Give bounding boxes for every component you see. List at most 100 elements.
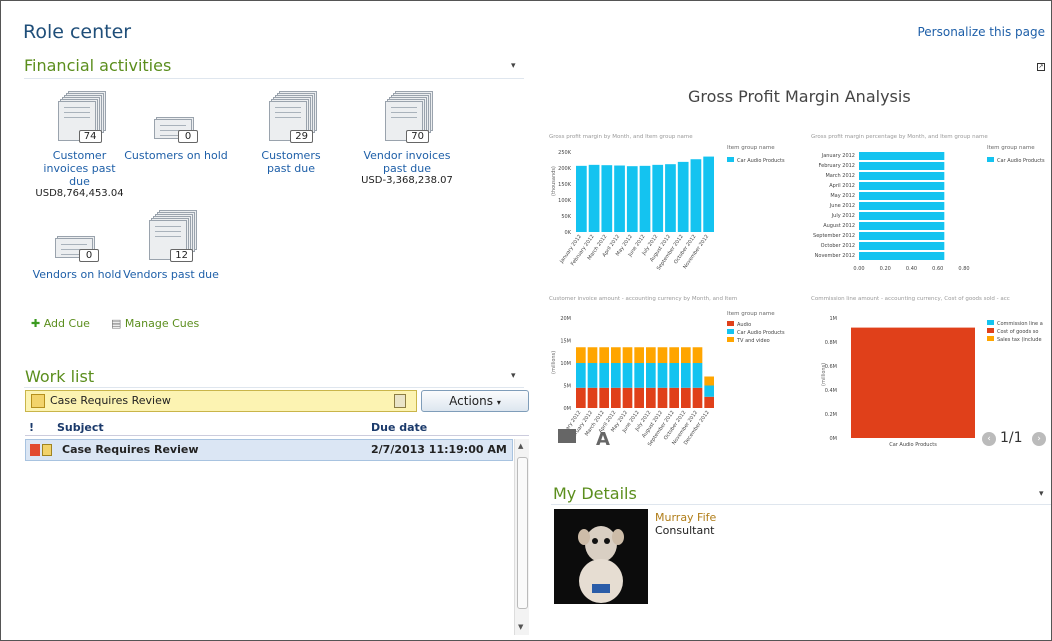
worklist-scrollbar[interactable]: ▲ ▼ — [514, 439, 529, 635]
bar — [576, 165, 587, 232]
bar-segment — [634, 347, 644, 363]
chart-type-icon[interactable] — [558, 429, 576, 443]
bar — [859, 162, 945, 170]
font-icon[interactable]: A — [596, 429, 610, 450]
section-divider — [551, 504, 1051, 505]
worklist-collapse-icon[interactable]: ▾ — [511, 371, 516, 381]
document-stack-icon: 0 — [144, 89, 208, 145]
cue-tile[interactable]: 0 Vendors on hold — [32, 208, 122, 281]
y-tick-label: 0M — [830, 436, 838, 442]
x-tick-label: 0.20 — [880, 266, 891, 272]
bar-segment — [681, 387, 691, 408]
bar-segment — [646, 387, 656, 408]
due-date-column-header[interactable]: Due date — [371, 421, 427, 434]
cue-count-badge: 12 — [170, 249, 193, 262]
legend-item: Car Audio Products — [737, 158, 785, 164]
table-row[interactable]: Case Requires Review 2/7/2013 11:19:00 A… — [25, 439, 513, 461]
legend-title: Item group name — [727, 145, 775, 151]
cue-label[interactable]: Vendors on hold — [32, 268, 122, 281]
x-tick-label: 0.00 — [853, 266, 864, 272]
financial-collapse-icon[interactable]: ▾ — [511, 61, 516, 71]
y-tick-label: 5M — [564, 384, 572, 390]
legend-item: Sales tax (include — [997, 337, 1042, 343]
scrollbar-thumb[interactable] — [517, 457, 528, 609]
y-tick-label: October 2012 — [821, 243, 855, 249]
cue-label[interactable]: Customers on hold — [121, 149, 231, 162]
worklist-filter[interactable]: Case Requires Review — [25, 390, 417, 412]
expand-icon[interactable]: ↗ — [1037, 63, 1045, 71]
document-stack-icon: 74 — [48, 89, 112, 145]
bar-segment — [611, 347, 621, 363]
cue-tile[interactable]: 29 Customers past due — [251, 89, 331, 175]
y-tick-label: 0.2M — [825, 412, 837, 418]
document-stack-icon: 0 — [45, 208, 109, 264]
y-tick-label: 1M — [830, 316, 838, 322]
details-collapse-icon[interactable]: ▾ — [1039, 489, 1044, 499]
bar — [626, 166, 638, 232]
filter-options-icon[interactable] — [394, 394, 406, 408]
legend-swatch — [987, 320, 994, 325]
bar — [601, 165, 613, 232]
bar-segment — [587, 347, 598, 363]
legend-item: Car Audio Products — [737, 330, 785, 336]
cue-label[interactable]: Vendors past due — [121, 268, 221, 281]
cue-label[interactable]: Vendor invoices past due — [357, 149, 457, 175]
cue-tile[interactable]: 12 Vendors past due — [121, 208, 221, 281]
bar-segment — [634, 363, 644, 388]
bar — [859, 152, 945, 160]
manage-cues-link[interactable]: ▤ Manage Cues — [111, 317, 199, 330]
cue-count-badge: 29 — [290, 130, 313, 143]
bar-segment — [599, 347, 609, 363]
cue-tile[interactable]: 0 Customers on hold — [121, 89, 231, 162]
bar — [859, 202, 945, 210]
cue-label[interactable]: Customers past due — [251, 149, 331, 175]
legend-item: Cost of goods so — [997, 329, 1038, 335]
cue-tile[interactable]: 74 Customer invoices past due USD8,764,453… — [32, 89, 127, 200]
bar — [703, 156, 714, 232]
legend-swatch — [727, 157, 734, 162]
bar-segment — [669, 347, 679, 363]
next-page-icon[interactable]: › — [1032, 432, 1046, 446]
cue-tile[interactable]: 70 Vendor invoices past due USD-3,368,238.… — [357, 89, 457, 187]
bar — [614, 165, 625, 232]
bar-segment — [657, 363, 668, 388]
legend-swatch — [727, 321, 734, 326]
y-axis-label: (thousands) — [551, 166, 557, 196]
flag-column-header[interactable]: ! — [29, 421, 34, 434]
y-tick-label: 15M — [560, 339, 571, 345]
y-tick-label: September 2012 — [813, 233, 855, 239]
y-tick-label: 150K — [558, 182, 572, 188]
user-name[interactable]: Murray Fife — [655, 511, 716, 524]
bar-segment — [704, 376, 714, 386]
chart-title: Commission line amount - accounting curr… — [811, 296, 1010, 302]
charts-panel: Gross profit margin by Month, and Item g… — [549, 134, 1045, 448]
bar-segment — [704, 396, 714, 408]
cue-label[interactable]: Customer invoices past due — [32, 149, 127, 188]
legend-swatch — [987, 336, 994, 341]
scroll-down-icon[interactable]: ▼ — [518, 623, 523, 631]
bar-segment — [657, 347, 668, 363]
legend-item: Car Audio Products — [997, 158, 1045, 164]
chart-title: Customer invoice amount - accounting cur… — [549, 296, 737, 302]
x-tick-label: 0.40 — [906, 266, 917, 272]
legend-item: Audio — [737, 322, 751, 328]
bar — [588, 164, 600, 232]
bar-segment — [622, 387, 633, 408]
personalize-link[interactable]: Personalize this page — [917, 25, 1045, 39]
bar-segment — [692, 387, 703, 408]
bar — [859, 192, 945, 200]
actions-label: Actions — [449, 394, 493, 408]
previous-page-icon[interactable]: ‹ — [982, 432, 996, 446]
bar-segment — [611, 387, 621, 408]
chart-title: Gross profit margin by Month, and Item g… — [549, 134, 693, 140]
legend-swatch — [987, 157, 994, 162]
chart-title: Gross profit margin percentage by Month,… — [811, 134, 988, 140]
scroll-up-icon[interactable]: ▲ — [518, 442, 523, 450]
y-tick-label: July 2012 — [831, 213, 855, 219]
bar-segment — [646, 347, 656, 363]
actions-button[interactable]: Actions ▾ — [421, 390, 529, 412]
add-cue-link[interactable]: ✚ Add Cue — [31, 317, 90, 330]
bar-segment — [599, 387, 609, 408]
bar-segment — [576, 347, 586, 363]
subject-column-header[interactable]: Subject — [57, 421, 104, 434]
